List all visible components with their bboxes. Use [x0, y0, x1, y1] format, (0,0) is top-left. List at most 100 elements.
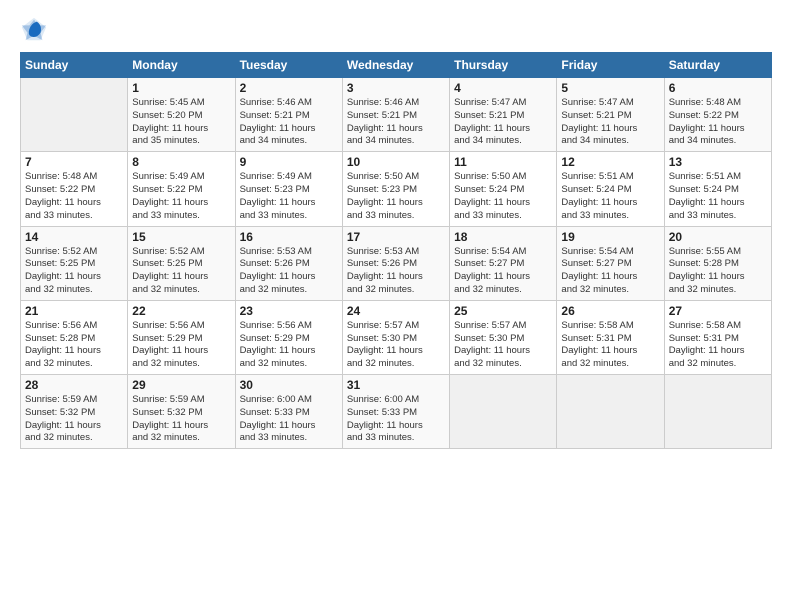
- day-info: Sunrise: 5:56 AM Sunset: 5:29 PM Dayligh…: [132, 320, 230, 371]
- day-info: Sunrise: 5:55 AM Sunset: 5:28 PM Dayligh…: [669, 246, 767, 297]
- col-header-thursday: Thursday: [450, 53, 557, 78]
- day-number: 24: [347, 304, 445, 318]
- day-info: Sunrise: 5:52 AM Sunset: 5:25 PM Dayligh…: [132, 246, 230, 297]
- day-info: Sunrise: 5:58 AM Sunset: 5:31 PM Dayligh…: [561, 320, 659, 371]
- day-cell: 31Sunrise: 6:00 AM Sunset: 5:33 PM Dayli…: [342, 375, 449, 449]
- day-number: 30: [240, 378, 338, 392]
- day-cell: 7Sunrise: 5:48 AM Sunset: 5:22 PM Daylig…: [21, 152, 128, 226]
- day-info: Sunrise: 5:54 AM Sunset: 5:27 PM Dayligh…: [454, 246, 552, 297]
- day-info: Sunrise: 5:59 AM Sunset: 5:32 PM Dayligh…: [132, 394, 230, 445]
- day-cell: 21 Sunrise: 5:56 AM Sunset: 5:28 PM Dayli…: [21, 300, 128, 374]
- day-info: Sunrise: 5:45 AM Sunset: 5:20 PM Dayligh…: [132, 97, 230, 148]
- day-info: Sunrise: 5:50 AM Sunset: 5:24 PM Dayligh…: [454, 171, 552, 222]
- day-info: Sunrise: 5:46 AM Sunset: 5:21 PM Dayligh…: [240, 97, 338, 148]
- day-cell: 28 Sunrise: 5:59 AM Sunset: 5:32 PM Dayli…: [21, 375, 128, 449]
- logo: [20, 16, 52, 44]
- day-cell: 6 Sunrise: 5:48 AM Sunset: 5:22 PM Daylig…: [664, 78, 771, 152]
- day-cell: 13 Sunrise: 5:51 AM Sunset: 5:24 PM Dayli…: [664, 152, 771, 226]
- calendar-table: SundayMondayTuesdayWednesdayThursdayFrid…: [20, 52, 772, 449]
- day-number: 5: [561, 81, 659, 95]
- day-cell: 27 Sunrise: 5:58 AM Sunset: 5:31 PM Dayli…: [664, 300, 771, 374]
- day-info: Sunrise: 5:59 AM Sunset: 5:32 PM Dayligh…: [25, 394, 123, 445]
- day-number: 15: [132, 230, 230, 244]
- day-cell: 23 Sunrise: 5:56 AM Sunset: 5:29 PM Dayli…: [235, 300, 342, 374]
- day-number: 16: [240, 230, 338, 244]
- day-number: 4: [454, 81, 552, 95]
- week-row-2: 7Sunrise: 5:48 AM Sunset: 5:22 PM Daylig…: [21, 152, 772, 226]
- day-number: 19: [561, 230, 659, 244]
- day-info: Sunrise: 5:56 AM Sunset: 5:29 PM Dayligh…: [240, 320, 338, 371]
- day-cell: 30 Sunrise: 6:00 AM Sunset: 5:33 PM Dayli…: [235, 375, 342, 449]
- day-info: Sunrise: 6:00 AM Sunset: 5:33 PM Dayligh…: [240, 394, 338, 445]
- day-cell: 15 Sunrise: 5:52 AM Sunset: 5:25 PM Dayli…: [128, 226, 235, 300]
- day-info: Sunrise: 5:52 AM Sunset: 5:25 PM Dayligh…: [25, 246, 123, 297]
- day-info: Sunrise: 5:53 AM Sunset: 5:26 PM Dayligh…: [347, 246, 445, 297]
- day-cell: 11 Sunrise: 5:50 AM Sunset: 5:24 PM Dayli…: [450, 152, 557, 226]
- day-cell: 4 Sunrise: 5:47 AM Sunset: 5:21 PM Daylig…: [450, 78, 557, 152]
- day-cell: 2 Sunrise: 5:46 AM Sunset: 5:21 PM Daylig…: [235, 78, 342, 152]
- logo-icon: [20, 16, 48, 44]
- day-number: 2: [240, 81, 338, 95]
- page: SundayMondayTuesdayWednesdayThursdayFrid…: [0, 0, 792, 612]
- day-number: 25: [454, 304, 552, 318]
- day-number: 21: [25, 304, 123, 318]
- day-cell: 17Sunrise: 5:53 AM Sunset: 5:26 PM Dayli…: [342, 226, 449, 300]
- day-cell: 5 Sunrise: 5:47 AM Sunset: 5:21 PM Daylig…: [557, 78, 664, 152]
- day-info: Sunrise: 5:58 AM Sunset: 5:31 PM Dayligh…: [669, 320, 767, 371]
- day-cell: 24 Sunrise: 5:57 AM Sunset: 5:30 PM Dayli…: [342, 300, 449, 374]
- day-info: Sunrise: 5:51 AM Sunset: 5:24 PM Dayligh…: [669, 171, 767, 222]
- day-info: Sunrise: 5:47 AM Sunset: 5:21 PM Dayligh…: [454, 97, 552, 148]
- day-info: Sunrise: 5:57 AM Sunset: 5:30 PM Dayligh…: [347, 320, 445, 371]
- header-row: SundayMondayTuesdayWednesdayThursdayFrid…: [21, 53, 772, 78]
- col-header-wednesday: Wednesday: [342, 53, 449, 78]
- day-info: Sunrise: 5:46 AM Sunset: 5:21 PM Dayligh…: [347, 97, 445, 148]
- day-number: 29: [132, 378, 230, 392]
- day-number: 26: [561, 304, 659, 318]
- day-info: Sunrise: 5:49 AM Sunset: 5:22 PM Dayligh…: [132, 171, 230, 222]
- day-cell: 25 Sunrise: 5:57 AM Sunset: 5:30 PM Dayli…: [450, 300, 557, 374]
- day-cell: 16Sunrise: 5:53 AM Sunset: 5:26 PM Dayli…: [235, 226, 342, 300]
- col-header-monday: Monday: [128, 53, 235, 78]
- day-cell: [664, 375, 771, 449]
- header: [20, 16, 772, 44]
- col-header-tuesday: Tuesday: [235, 53, 342, 78]
- day-cell: [21, 78, 128, 152]
- day-cell: 12Sunrise: 5:51 AM Sunset: 5:24 PM Dayli…: [557, 152, 664, 226]
- day-number: 27: [669, 304, 767, 318]
- day-info: Sunrise: 5:57 AM Sunset: 5:30 PM Dayligh…: [454, 320, 552, 371]
- day-cell: 9Sunrise: 5:49 AM Sunset: 5:23 PM Daylig…: [235, 152, 342, 226]
- day-cell: 26 Sunrise: 5:58 AM Sunset: 5:31 PM Dayli…: [557, 300, 664, 374]
- col-header-friday: Friday: [557, 53, 664, 78]
- day-info: Sunrise: 5:56 AM Sunset: 5:28 PM Dayligh…: [25, 320, 123, 371]
- day-number: 1: [132, 81, 230, 95]
- day-cell: 3Sunrise: 5:46 AM Sunset: 5:21 PM Daylig…: [342, 78, 449, 152]
- day-info: Sunrise: 5:51 AM Sunset: 5:24 PM Dayligh…: [561, 171, 659, 222]
- day-number: 11: [454, 155, 552, 169]
- day-cell: 29 Sunrise: 5:59 AM Sunset: 5:32 PM Dayli…: [128, 375, 235, 449]
- week-row-4: 21 Sunrise: 5:56 AM Sunset: 5:28 PM Dayli…: [21, 300, 772, 374]
- day-info: Sunrise: 5:49 AM Sunset: 5:23 PM Dayligh…: [240, 171, 338, 222]
- day-number: 20: [669, 230, 767, 244]
- day-info: Sunrise: 5:47 AM Sunset: 5:21 PM Dayligh…: [561, 97, 659, 148]
- day-cell: 8 Sunrise: 5:49 AM Sunset: 5:22 PM Daylig…: [128, 152, 235, 226]
- day-number: 6: [669, 81, 767, 95]
- day-cell: 14Sunrise: 5:52 AM Sunset: 5:25 PM Dayli…: [21, 226, 128, 300]
- day-info: Sunrise: 5:48 AM Sunset: 5:22 PM Dayligh…: [25, 171, 123, 222]
- day-info: Sunrise: 5:50 AM Sunset: 5:23 PM Dayligh…: [347, 171, 445, 222]
- day-number: 8: [132, 155, 230, 169]
- day-number: 22: [132, 304, 230, 318]
- week-row-1: 1 Sunrise: 5:45 AM Sunset: 5:20 PM Daylig…: [21, 78, 772, 152]
- day-number: 28: [25, 378, 123, 392]
- col-header-saturday: Saturday: [664, 53, 771, 78]
- day-cell: 20 Sunrise: 5:55 AM Sunset: 5:28 PM Dayli…: [664, 226, 771, 300]
- day-cell: 10 Sunrise: 5:50 AM Sunset: 5:23 PM Dayli…: [342, 152, 449, 226]
- day-info: Sunrise: 5:54 AM Sunset: 5:27 PM Dayligh…: [561, 246, 659, 297]
- day-number: 18: [454, 230, 552, 244]
- day-number: 13: [669, 155, 767, 169]
- day-cell: 1 Sunrise: 5:45 AM Sunset: 5:20 PM Daylig…: [128, 78, 235, 152]
- day-number: 10: [347, 155, 445, 169]
- day-cell: 19 Sunrise: 5:54 AM Sunset: 5:27 PM Dayli…: [557, 226, 664, 300]
- day-info: Sunrise: 5:48 AM Sunset: 5:22 PM Dayligh…: [669, 97, 767, 148]
- day-number: 23: [240, 304, 338, 318]
- day-cell: 22 Sunrise: 5:56 AM Sunset: 5:29 PM Dayli…: [128, 300, 235, 374]
